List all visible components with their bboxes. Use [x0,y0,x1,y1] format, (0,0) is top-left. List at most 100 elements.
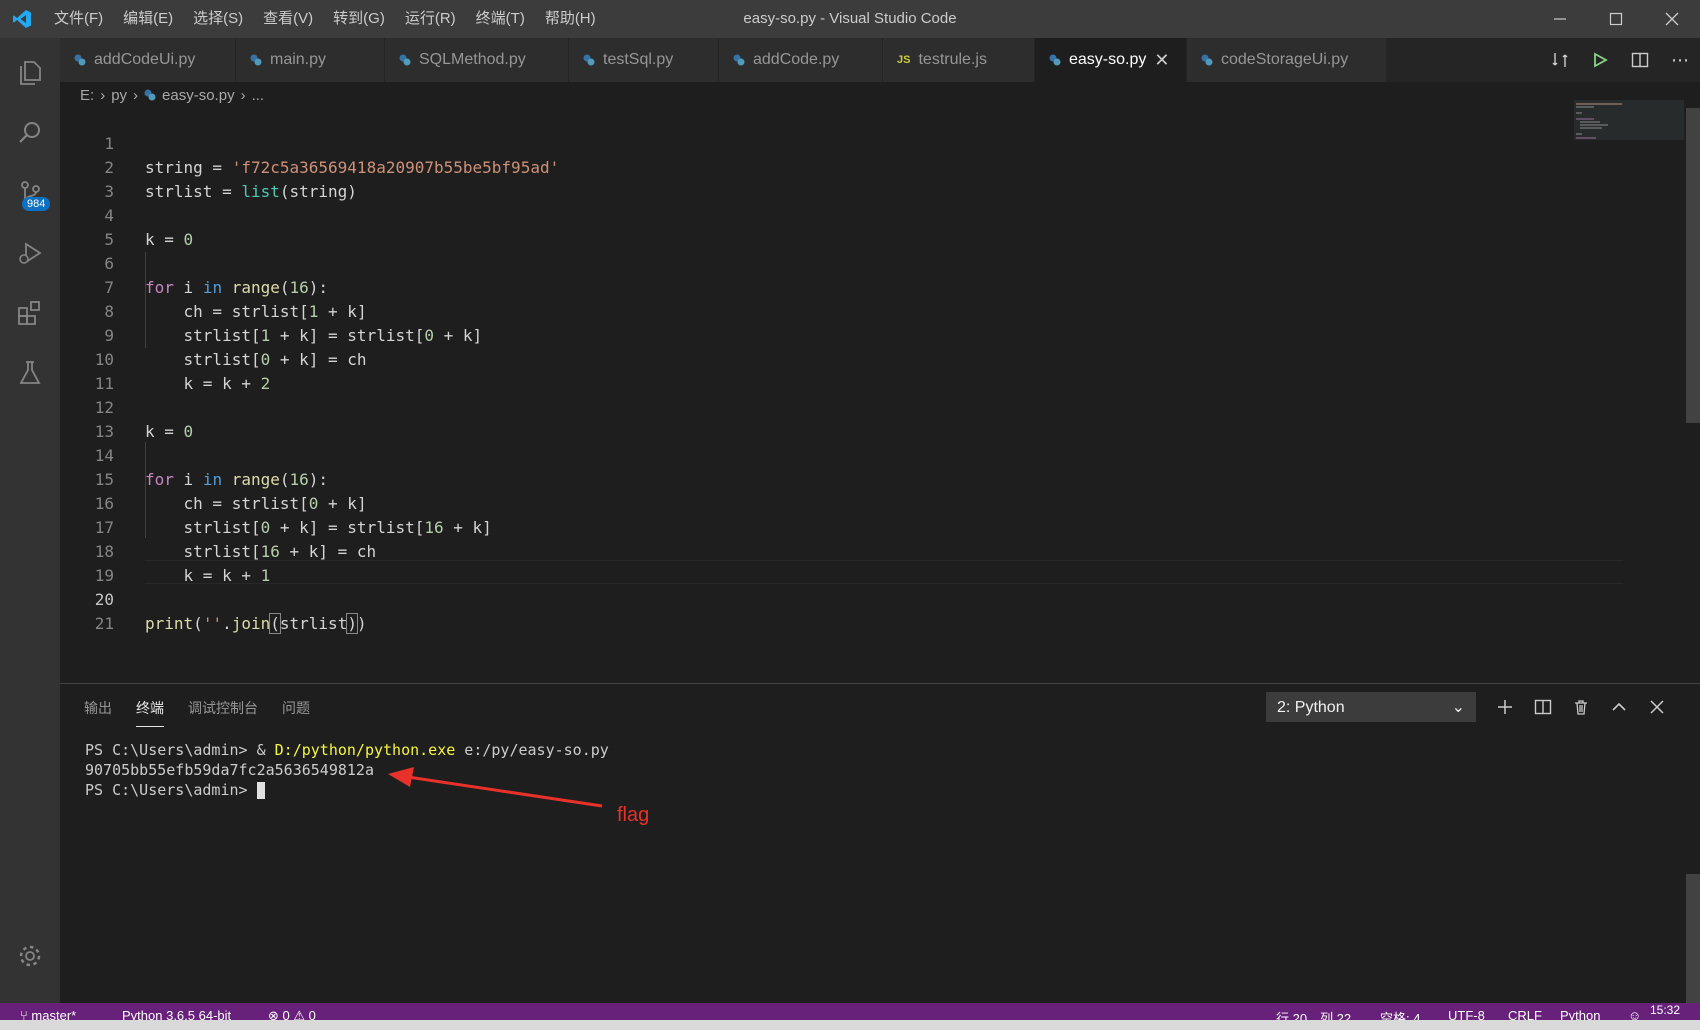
editor-actions: ⋯ [1540,38,1700,82]
tab-easy-so[interactable]: easy-so.py ✕ [1035,38,1187,82]
close-icon [1665,12,1679,26]
menu-terminal[interactable]: 终端(T) [466,0,535,38]
testing-icon [19,361,41,384]
js-file-icon: JS [897,54,911,66]
bottom-panel: 输出 终端 调试控制台 问题 2: Python ⌄ PS C:\Users\a… [60,683,1700,1004]
tab-testrule[interactable]: JS testrule.js [883,38,1035,82]
breadcrumb-folder[interactable]: py [111,87,127,104]
tab-addcode[interactable]: addCode.py [719,38,883,82]
breadcrumb-symbol[interactable]: ... [252,87,265,104]
play-icon [1594,52,1608,68]
tab-label: codeStorageUi.py [1221,51,1349,68]
trash-icon [1575,700,1587,715]
tab-label: addCodeUi.py [94,51,196,68]
code-line-20: print(''.join(strlist)) [145,613,367,634]
terminal-cursor [256,782,265,799]
breadcrumb-drive[interactable]: E: [80,87,94,104]
terminal-line: PS C:\Users\admin> & D:/python/python.ex… [85,741,609,759]
menu-file[interactable]: 文件(F) [44,0,113,38]
run-debug-icon [19,242,42,264]
split-terminal-icon [1534,699,1552,715]
open-changes-button[interactable] [1540,38,1580,82]
split-editor-icon [1631,52,1649,68]
new-terminal-button[interactable] [1486,690,1524,724]
search-icon [19,122,40,143]
menu-help[interactable]: 帮助(H) [535,0,606,38]
menu-view[interactable]: 查看(V) [253,0,323,38]
python-file-icon [583,54,595,66]
minimize-icon [1554,18,1566,20]
ellipsis-icon: ⋯ [1671,49,1689,70]
maximize-panel-button[interactable] [1600,690,1638,724]
editor-scrollbar[interactable] [1684,108,1700,683]
breadcrumb-file[interactable]: easy-so.py [162,87,235,104]
tab-output[interactable]: 输出 [84,698,112,727]
source-control-badge: 984 [22,197,51,211]
minimize-button[interactable] [1532,0,1588,38]
code-editor[interactable]: 1 string = 'f72c5a36569418a20907b55be5bf… [60,100,1700,683]
close-window-button[interactable] [1644,0,1700,38]
tab-problems[interactable]: 问题 [282,698,310,727]
search-button[interactable] [0,103,60,163]
panel-scrollbar[interactable] [1686,874,1700,1004]
tab-label: addCode.py [753,51,840,68]
annotation-label: flag [617,804,650,826]
arrow-head [388,767,414,787]
gear-icon [19,945,41,967]
tab-sqlmethod[interactable]: SQLMethod.py [385,38,569,82]
chevron-up-icon [1612,702,1626,711]
explorer-button[interactable] [0,43,60,103]
kill-terminal-button[interactable] [1562,690,1600,724]
maximize-icon [1609,12,1623,26]
tab-label: testrule.js [918,51,987,68]
python-file-icon [399,54,411,66]
vscode-logo-icon [0,0,44,38]
run-debug-button[interactable] [0,223,60,283]
terminal-select-value: 2: Python [1277,699,1345,716]
menu-go[interactable]: 转到(G) [323,0,395,38]
compare-changes-icon [1552,53,1568,67]
breadcrumb: E: › py › easy-so.py › ... [60,82,1700,108]
activity-bar: 984 [0,38,60,1003]
window-controls [1532,0,1700,38]
more-actions-button[interactable]: ⋯ [1660,38,1700,82]
settings-button[interactable] [0,926,60,986]
tab-main[interactable]: main.py [236,38,385,82]
tab-label: easy-so.py [1069,51,1147,68]
tab-label: testSql.py [603,51,674,68]
close-panel-button[interactable] [1638,690,1676,724]
tab-codestorageui[interactable]: codeStorageUi.py [1187,38,1387,82]
close-tab-icon[interactable]: ✕ [1154,50,1169,71]
chevron-right-icon: › [133,86,139,104]
tab-testsql[interactable]: testSql.py [569,38,719,82]
python-file-icon [1049,54,1061,66]
menu-selection[interactable]: 选择(S) [183,0,253,38]
run-file-button[interactable] [1580,38,1620,82]
close-icon [1650,700,1664,714]
line-number: 21 [94,614,114,633]
menu-run[interactable]: 运行(R) [395,0,466,38]
extensions-button[interactable] [0,283,60,343]
testing-button[interactable] [0,343,60,403]
tab-label: main.py [270,51,327,68]
chevron-right-icon: › [240,86,246,104]
panel-tabs: 输出 终端 调试控制台 问题 [84,698,334,727]
panel-actions [1486,690,1676,724]
editor-tab-bar: addCodeUi.py main.py SQLMethod.py testSq… [60,38,1700,82]
maximize-button[interactable] [1588,0,1644,38]
title-bar: 文件(F) 编辑(E) 选择(S) 查看(V) 转到(G) 运行(R) 终端(T… [0,0,1700,38]
plus-icon [1498,700,1512,714]
source-control-button[interactable]: 984 [0,163,60,223]
scrollbar-thumb[interactable] [1686,108,1700,423]
split-editor-button[interactable] [1620,38,1660,82]
annotation-arrow [388,767,603,808]
explorer-icon [20,61,41,85]
menu-edit[interactable]: 编辑(E) [113,0,183,38]
tab-terminal[interactable]: 终端 [136,698,164,727]
extensions-icon [18,301,40,325]
split-terminal-button[interactable] [1524,690,1562,724]
tab-debug-console[interactable]: 调试控制台 [188,698,258,727]
terminal-select[interactable]: 2: Python ⌄ [1266,692,1476,722]
os-taskbar [0,1020,1700,1030]
tab-addcodeui[interactable]: addCodeUi.py [60,38,236,82]
